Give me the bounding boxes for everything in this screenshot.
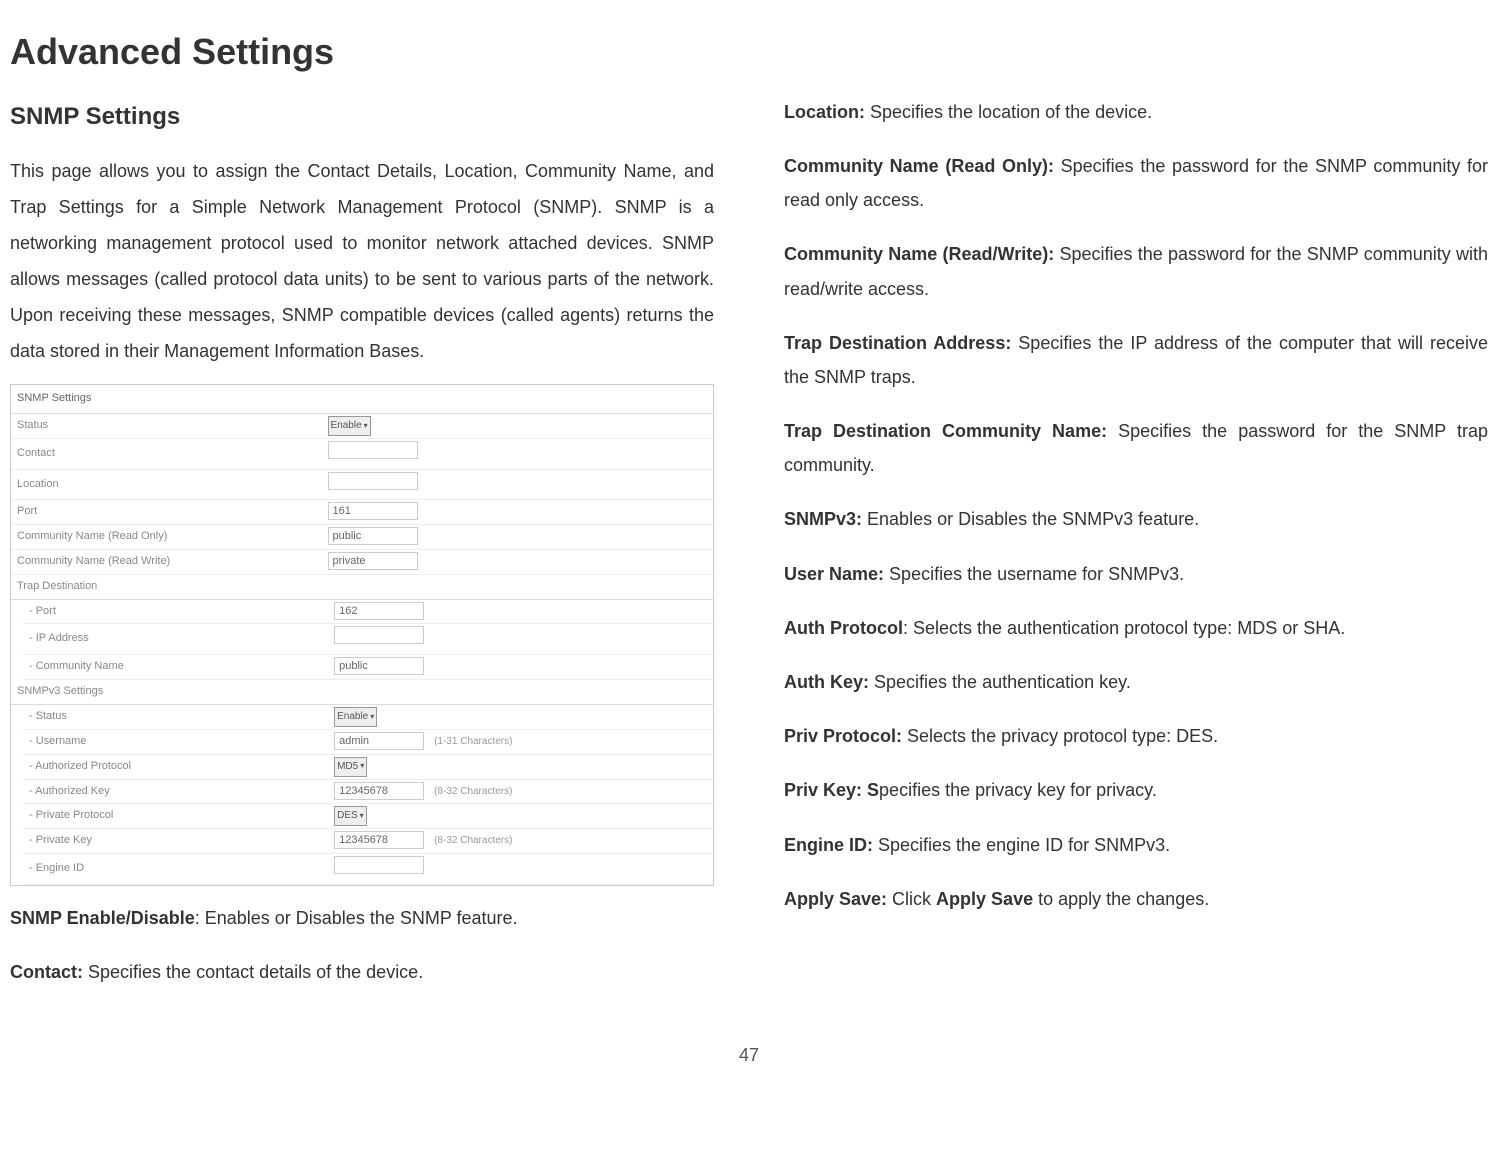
snmp-settings-screenshot: SNMP Settings Status Enable Contact Loca…	[10, 384, 714, 886]
screenshot-input[interactable]: 162	[334, 602, 424, 620]
screenshot-row: Contact	[11, 439, 713, 470]
section-title: SNMP Settings	[10, 95, 714, 138]
screenshot-header: SNMP Settings	[11, 385, 713, 414]
definition-paragraph: Location: Specifies the location of the …	[784, 95, 1488, 129]
def-contact: Contact: Specifies the contact details o…	[10, 955, 714, 989]
screenshot-input[interactable]	[328, 472, 418, 490]
screenshot-input[interactable]: 12345678	[334, 782, 424, 800]
screenshot-label: - Authorized Key	[29, 782, 334, 802]
screenshot-label: - Status	[29, 707, 334, 727]
screenshot-label: - Community Name	[29, 657, 334, 677]
intro-paragraph: This page allows you to assign the Conta…	[10, 153, 714, 369]
screenshot-note: (1-31 Characters)	[434, 736, 512, 747]
definition-paragraph: Auth Key: Specifies the authentication k…	[784, 665, 1488, 699]
screenshot-row: - Private Key 12345678 (8-32 Characters)	[23, 829, 713, 854]
screenshot-label: - Authorized Protocol	[29, 757, 334, 777]
screenshot-row: Community Name (Read Only) public	[11, 525, 713, 550]
right-column: Location: Specifies the location of the …	[784, 95, 1488, 1010]
screenshot-input[interactable]: private	[328, 552, 418, 570]
definition-paragraph: Auth Protocol: Selects the authenticatio…	[784, 611, 1488, 645]
screenshot-note: (8-32 Characters)	[434, 835, 512, 846]
screenshot-select[interactable]: Enable	[334, 707, 377, 727]
screenshot-input[interactable]: public	[328, 527, 418, 545]
definition-paragraph: Engine ID: Specifies the engine ID for S…	[784, 828, 1488, 862]
screenshot-label: - IP Address	[29, 629, 334, 649]
page-title: Advanced Settings	[10, 20, 1488, 85]
screenshot-label: - Private Key	[29, 831, 334, 851]
screenshot-label: Status	[17, 416, 328, 436]
trap-header: Trap Destination	[17, 577, 328, 597]
screenshot-select[interactable]: Enable	[328, 416, 371, 436]
definition-paragraph: User Name: Specifies the username for SN…	[784, 557, 1488, 591]
screenshot-input[interactable]: 12345678	[334, 831, 424, 849]
screenshot-label: Contact	[17, 444, 328, 464]
screenshot-row: Status Enable	[11, 414, 713, 439]
screenshot-label: Community Name (Read Write)	[17, 552, 328, 572]
definition-paragraph: Priv Protocol: Selects the privacy proto…	[784, 719, 1488, 753]
screenshot-select[interactable]: DES	[334, 806, 367, 826]
screenshot-note: (8-32 Characters)	[434, 786, 512, 797]
screenshot-row: Location	[11, 470, 713, 501]
page-number: 47	[10, 1039, 1488, 1071]
screenshot-row: - Status Enable	[23, 705, 713, 730]
screenshot-row: - IP Address	[23, 624, 713, 655]
screenshot-row: - Engine ID	[23, 854, 713, 885]
screenshot-row: - Username admin (1-31 Characters)	[23, 730, 713, 755]
screenshot-input[interactable]	[334, 626, 424, 644]
screenshot-input[interactable]: admin	[334, 732, 424, 750]
def-apply-save: Apply Save: Click Apply Save to apply th…	[784, 882, 1488, 916]
screenshot-input[interactable]: 161	[328, 502, 418, 520]
screenshot-label: - Username	[29, 732, 334, 752]
definition-paragraph: Community Name (Read/Write): Specifies t…	[784, 237, 1488, 305]
definition-paragraph: Trap Destination Address: Specifies the …	[784, 326, 1488, 394]
screenshot-input[interactable]: public	[334, 657, 424, 675]
screenshot-label: Community Name (Read Only)	[17, 527, 328, 547]
left-column: SNMP Settings This page allows you to as…	[10, 95, 714, 1010]
screenshot-label: - Engine ID	[29, 859, 334, 879]
content-columns: SNMP Settings This page allows you to as…	[10, 95, 1488, 1010]
screenshot-input[interactable]	[328, 441, 418, 459]
screenshot-label: Location	[17, 475, 328, 495]
v3-header: SNMPv3 Settings	[17, 682, 328, 702]
screenshot-input[interactable]	[334, 856, 424, 874]
definition-paragraph: Community Name (Read Only): Specifies th…	[784, 149, 1488, 217]
screenshot-label: - Port	[29, 602, 334, 622]
screenshot-label: Port	[17, 502, 328, 522]
screenshot-row: - Private Protocol DES	[23, 804, 713, 829]
screenshot-row: Community Name (Read Write) private	[11, 550, 713, 575]
screenshot-row: - Authorized Protocol MD5	[23, 755, 713, 780]
screenshot-label: - Private Protocol	[29, 806, 334, 826]
definition-paragraph: SNMPv3: Enables or Disables the SNMPv3 f…	[784, 502, 1488, 536]
definition-paragraph: Trap Destination Community Name: Specifi…	[784, 414, 1488, 482]
screenshot-select[interactable]: MD5	[334, 757, 367, 777]
screenshot-row: - Port 162	[23, 600, 713, 625]
screenshot-row: - Community Name public	[23, 655, 713, 680]
def-snmp-enable: SNMP Enable/Disable: Enables or Disables…	[10, 901, 714, 935]
definition-paragraph: Priv Key: Specifies the privacy key for …	[784, 773, 1488, 807]
screenshot-row: - Authorized Key 12345678 (8-32 Character…	[23, 780, 713, 805]
screenshot-row: Port 161	[11, 500, 713, 525]
